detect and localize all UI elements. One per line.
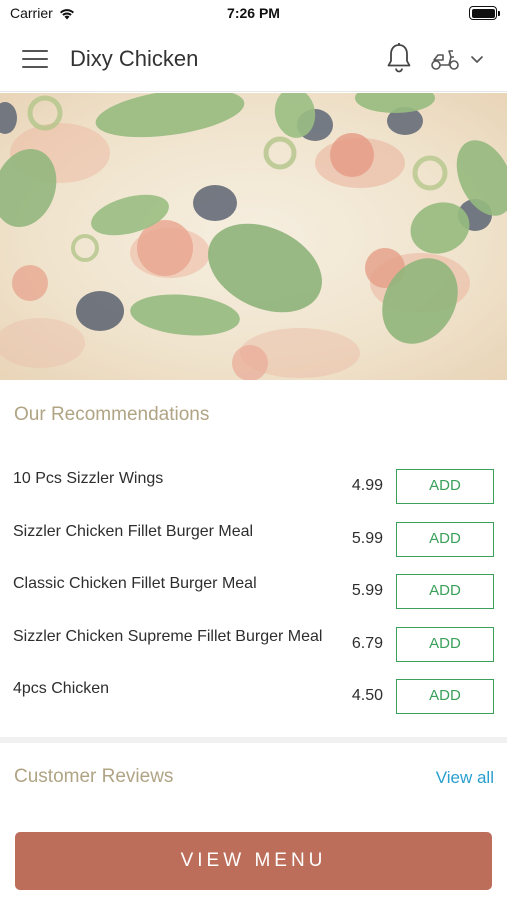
add-button[interactable]: ADD [396,469,494,504]
delivery-mode-selector[interactable] [430,44,494,74]
item-name: Sizzler Chicken Supreme Fillet Burger Me… [13,627,323,645]
reviews-heading: Customer Reviews [14,766,174,787]
status-bar: Carrier 7:26 PM [0,0,507,28]
item-price: 5.99 [351,582,383,599]
section-divider [0,737,507,743]
bell-icon[interactable] [385,42,413,74]
hero-pizza-image [0,93,507,380]
add-button[interactable]: ADD [396,521,494,557]
item-price: 6.79 [351,634,383,652]
list-item: Sizzler Chicken Supreme Fillet Burger Me… [0,618,507,671]
item-name: 4pcs Chicken [13,680,110,697]
add-button[interactable]: ADD [396,574,494,609]
item-price: 5.99 [351,529,383,547]
app-header: Dixy Chicken [0,28,507,92]
add-button[interactable]: ADD [396,679,494,714]
view-menu-button[interactable]: VIEW MENU [15,832,492,890]
scooter-icon [431,50,459,70]
item-price: 4.99 [351,477,383,494]
item-price: 4.50 [351,687,383,704]
recommendations-list: 10 Pcs Sizzler Wings 4.99 ADD Sizzler Ch… [0,460,507,723]
add-button[interactable]: ADD [396,626,494,662]
battery-icon [469,6,500,20]
chevron-down-icon [471,56,483,63]
status-time: 7:26 PM [227,5,280,21]
view-all-reviews-link[interactable]: View all [436,768,494,788]
list-item: 4pcs Chicken 4.50 ADD [0,670,507,723]
item-name: Sizzler Chicken Fillet Burger Meal [13,522,254,540]
list-item: Sizzler Chicken Fillet Burger Meal 5.99 … [0,513,507,566]
hamburger-menu-icon[interactable] [22,48,48,70]
list-item: Classic Chicken Fillet Burger Meal 5.99 … [0,565,507,618]
item-name: Classic Chicken Fillet Burger Meal [13,575,257,592]
list-item: 10 Pcs Sizzler Wings 4.99 ADD [0,460,507,513]
item-name: 10 Pcs Sizzler Wings [13,470,164,487]
recommendations-heading: Our Recommendations [14,404,210,425]
page-title: Dixy Chicken [70,46,199,71]
